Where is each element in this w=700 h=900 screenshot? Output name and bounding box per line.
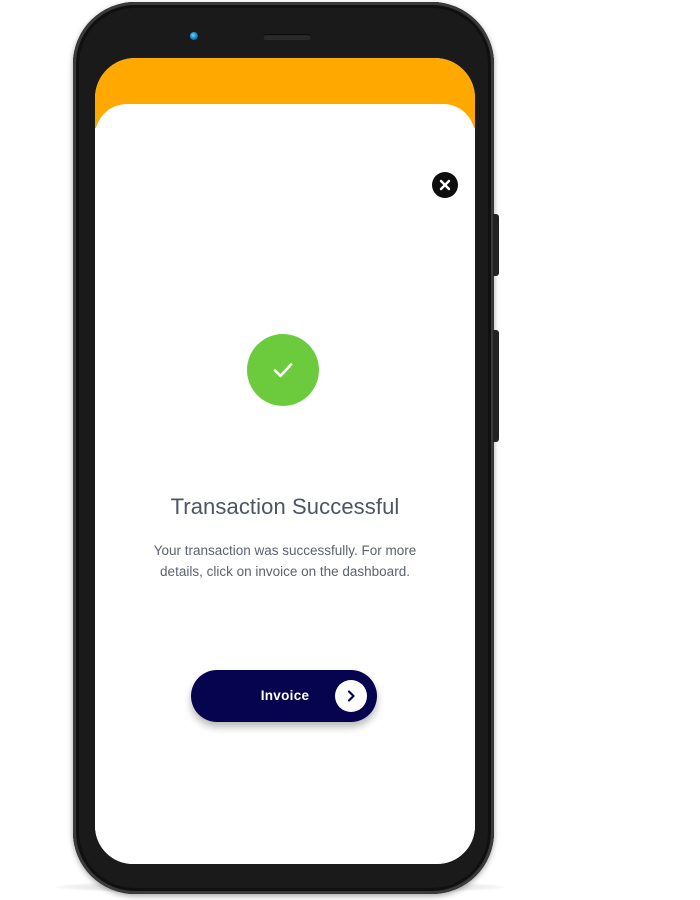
mockup-stage: Transaction Successful Your transaction … bbox=[0, 0, 700, 900]
success-badge bbox=[247, 334, 319, 406]
volume-button bbox=[493, 214, 499, 276]
power-button bbox=[493, 330, 499, 442]
phone-frame: Transaction Successful Your transaction … bbox=[73, 2, 499, 894]
success-dialog: Transaction Successful Your transaction … bbox=[95, 104, 475, 864]
checkmark-icon bbox=[273, 363, 293, 378]
dialog-description: Your transaction was successfully. For m… bbox=[153, 543, 417, 579]
invoice-button[interactable]: Invoice bbox=[191, 670, 377, 722]
close-button[interactable] bbox=[432, 172, 458, 198]
dialog-title: Transaction Successful bbox=[170, 494, 400, 519]
close-icon bbox=[439, 179, 451, 191]
earpiece-speaker bbox=[263, 34, 311, 40]
front-camera bbox=[190, 32, 198, 40]
phone-screen: Transaction Successful Your transaction … bbox=[95, 58, 475, 864]
chevron-right-icon bbox=[335, 680, 367, 712]
